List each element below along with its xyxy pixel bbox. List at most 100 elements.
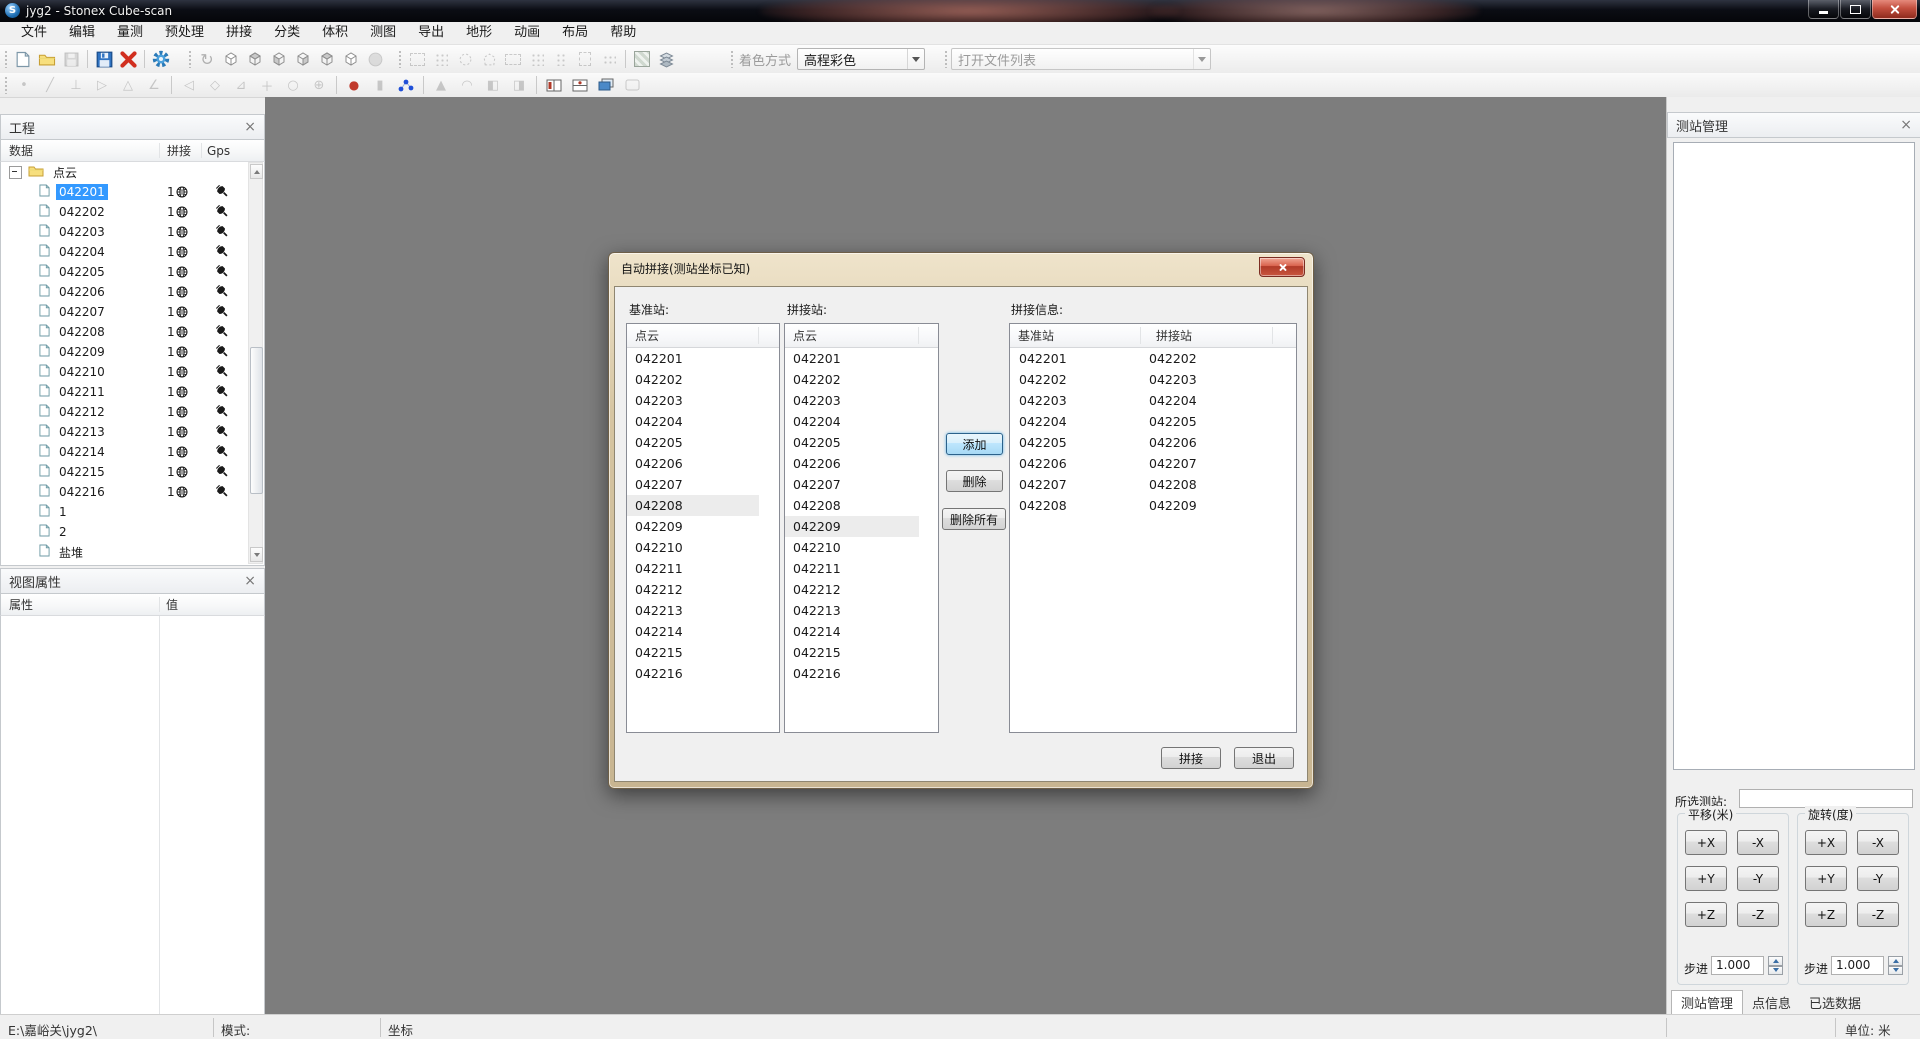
close-panel-button[interactable]: × <box>244 574 256 588</box>
base-list-item[interactable]: 042211 <box>627 558 759 579</box>
stitch-list-item[interactable]: 042204 <box>785 411 919 432</box>
refresh-view-button[interactable]: ↻ <box>195 48 219 70</box>
split-horizontal-button[interactable] <box>567 76 593 94</box>
stitch-list-item[interactable]: 042212 <box>785 579 919 600</box>
close-panel-button[interactable]: × <box>244 120 256 134</box>
stitch-list-item[interactable]: 042214 <box>785 621 919 642</box>
menu-item[interactable]: 体积 <box>311 22 359 44</box>
menu-item[interactable]: 测图 <box>359 22 407 44</box>
tree-row-item[interactable]: 1 <box>1 502 264 522</box>
delete-button[interactable] <box>116 48 140 70</box>
spin-down-icon[interactable] <box>1768 966 1783 976</box>
select-lasso-button[interactable] <box>597 48 621 70</box>
base-list-item[interactable]: 042215 <box>627 642 759 663</box>
perpendicular-button[interactable]: ⊥ <box>63 76 89 94</box>
delete-all-button[interactable]: 删除所有 <box>942 508 1006 530</box>
circle-tool-button[interactable]: ○ <box>280 76 306 94</box>
rotate-minus-x-button[interactable]: -X <box>1857 830 1899 855</box>
dialog-close-button[interactable] <box>1259 257 1305 277</box>
column-value[interactable]: 值 <box>166 596 178 613</box>
base-list-item[interactable]: 042206 <box>627 453 759 474</box>
select-points-button[interactable] <box>429 48 453 70</box>
translate-plus-z-button[interactable]: +Z <box>1685 902 1727 927</box>
cascade-windows-button[interactable] <box>593 76 619 94</box>
view-right-button[interactable] <box>291 48 315 70</box>
info-pair-row[interactable]: 042204 042205 <box>1010 411 1296 432</box>
scroll-down-arrow[interactable] <box>250 547 263 562</box>
tree-row-scan[interactable]: 042214 1 <box>1 442 264 462</box>
tree-row-scan[interactable]: 042211 1 <box>1 382 264 402</box>
save-button[interactable] <box>59 48 83 70</box>
stitch-list-item[interactable]: 042216 <box>785 663 919 684</box>
spin-up-icon[interactable] <box>1768 956 1783 966</box>
tree-row-scan[interactable]: 042212 1 <box>1 402 264 422</box>
base-list-item[interactable]: 042208 <box>627 495 759 516</box>
draw-point-button[interactable]: • <box>11 76 37 94</box>
base-list-item[interactable]: 042214 <box>627 621 759 642</box>
new-file-button[interactable] <box>11 48 35 70</box>
base-list-item[interactable]: 042202 <box>627 369 759 390</box>
tree-row-scan[interactable]: 042207 1 <box>1 302 264 322</box>
menu-item[interactable]: 预处理 <box>154 22 215 44</box>
menu-item[interactable]: 分类 <box>263 22 311 44</box>
stitch-list-item[interactable]: 042209 <box>785 516 919 537</box>
base-list-item[interactable]: 042203 <box>627 390 759 411</box>
invert-selection-button[interactable] <box>573 48 597 70</box>
tree-row-scan[interactable]: 042202 1 <box>1 202 264 222</box>
stitch-list-item[interactable]: 042206 <box>785 453 919 474</box>
settings-button[interactable] <box>149 48 173 70</box>
tree-row-scan[interactable]: 042215 1 <box>1 462 264 482</box>
stitch-list-item[interactable]: 042210 <box>785 537 919 558</box>
rotate-step-spinner[interactable] <box>1888 956 1903 975</box>
panel-tab[interactable]: 点信息 <box>1743 991 1800 1014</box>
stitch-list-item[interactable]: 042202 <box>785 369 919 390</box>
save-as-button[interactable] <box>92 48 116 70</box>
stitch-list-item[interactable]: 042211 <box>785 558 919 579</box>
stitch-list-item[interactable]: 042213 <box>785 600 919 621</box>
rotate-plus-z-button[interactable]: +Z <box>1805 902 1847 927</box>
spin-up-icon[interactable] <box>1888 956 1903 966</box>
tree-row-item[interactable]: 盐堆 <box>1 542 264 562</box>
spin-down-icon[interactable] <box>1888 966 1903 976</box>
info-pair-row[interactable]: 042205 042206 <box>1010 432 1296 453</box>
menu-item[interactable]: 动画 <box>503 22 551 44</box>
view-iso-button[interactable] <box>339 48 363 70</box>
select-grid-button[interactable] <box>525 48 549 70</box>
stitch-list-item[interactable]: 042205 <box>785 432 919 453</box>
view-sphere-button[interactable] <box>363 48 387 70</box>
rotate-plus-x-button[interactable]: +X <box>1805 830 1847 855</box>
measure-angle-button[interactable]: ∠ <box>141 76 167 94</box>
view-top-button[interactable] <box>315 48 339 70</box>
shading-mode-combobox[interactable]: 高程彩色 <box>797 48 925 70</box>
registration-network-button[interactable] <box>393 76 419 94</box>
mirror-button[interactable]: ◁ <box>176 76 202 94</box>
tool-settings-button[interactable]: ⊕ <box>306 76 332 94</box>
select-circle-button[interactable] <box>453 48 477 70</box>
rotate-plus-y-button[interactable]: +Y <box>1805 866 1847 891</box>
column-property[interactable]: 属性 <box>9 596 33 613</box>
split-vertical-button[interactable] <box>541 76 567 94</box>
column-gps[interactable]: Gps <box>207 144 230 158</box>
add-point-button[interactable]: ＋ <box>254 76 280 94</box>
menu-item[interactable]: 编辑 <box>58 22 106 44</box>
base-list-item[interactable]: 042210 <box>627 537 759 558</box>
arc-tool-button[interactable]: ◠ <box>454 76 480 94</box>
slope-tool-button[interactable]: ⊿ <box>228 76 254 94</box>
add-pair-button[interactable]: 添加 <box>946 433 1003 455</box>
scrollbar-thumb[interactable] <box>250 347 263 494</box>
stitch-list-item[interactable]: 042215 <box>785 642 919 663</box>
rotate-minus-y-button[interactable]: -Y <box>1857 866 1899 891</box>
prism2-tool-button[interactable]: ◨ <box>506 76 532 94</box>
menu-item[interactable]: 地形 <box>455 22 503 44</box>
info-list-header[interactable]: 基准站 拼接站 <box>1010 324 1296 348</box>
tree-row-item[interactable]: 2 <box>1 522 264 542</box>
menu-item[interactable]: 导出 <box>407 22 455 44</box>
minimize-button[interactable] <box>1808 0 1839 19</box>
view-front-button[interactable] <box>219 48 243 70</box>
translate-minus-z-button[interactable]: -Z <box>1737 902 1779 927</box>
menu-item[interactable]: 帮助 <box>599 22 647 44</box>
deselect-button[interactable] <box>549 48 573 70</box>
draw-line-button[interactable]: ╱ <box>37 76 63 94</box>
stitch-button[interactable]: 拼接 <box>1161 747 1221 769</box>
base-list-item[interactable]: 042201 <box>627 348 759 369</box>
